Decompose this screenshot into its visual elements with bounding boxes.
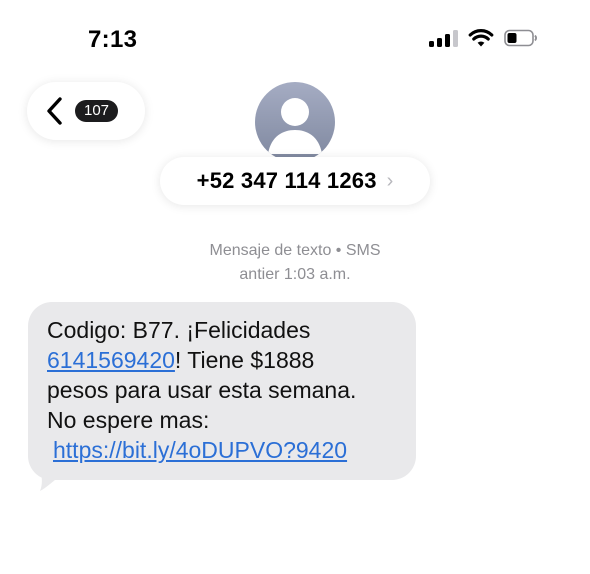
contact-avatar[interactable] (255, 82, 335, 162)
message-type-label: Mensaje de texto • SMS (0, 242, 590, 260)
message-line-5: https://bit.ly/4oDUPVO?9420 (47, 435, 398, 465)
message-line-1: Codigo: B77. ¡Felicidades (47, 317, 311, 343)
message-bubble[interactable]: Codigo: B77. ¡Felicidades 6141569420! Ti… (28, 302, 416, 480)
contact-number: +52 347 114 1263 (196, 168, 377, 193)
url-link[interactable]: https://bit.ly/4oDUPVO?9420 (53, 437, 347, 463)
wifi-icon (468, 29, 494, 47)
message-line-4: No espere mas: (47, 407, 210, 433)
chevron-right-icon: › (386, 169, 394, 192)
person-silhouette-icon (268, 98, 322, 154)
phone-number-link[interactable]: 6141569420 (47, 347, 175, 373)
battery-icon (504, 29, 537, 47)
cellular-signal-icon (429, 29, 458, 47)
message-line-2-text: ! Tiene $1888 (174, 347, 315, 373)
back-button[interactable]: 107 (27, 82, 145, 140)
message-timestamp-text: antier 1:03 a.m. (239, 266, 351, 283)
message-timestamp: antier 1:03 a.m. (0, 266, 590, 284)
status-time: 7:13 (88, 26, 138, 53)
chevron-left-icon (47, 97, 62, 125)
message-line-3: pesos para usar esta semana. (47, 377, 357, 403)
status-icons (429, 28, 538, 48)
contact-header[interactable]: +52 347 114 1263 › (160, 157, 430, 205)
message-type-text: Mensaje de texto • SMS (209, 242, 381, 259)
message-line-2: 6141569420! Tiene $1888 (47, 345, 398, 375)
unread-count-badge: 107 (75, 100, 119, 122)
